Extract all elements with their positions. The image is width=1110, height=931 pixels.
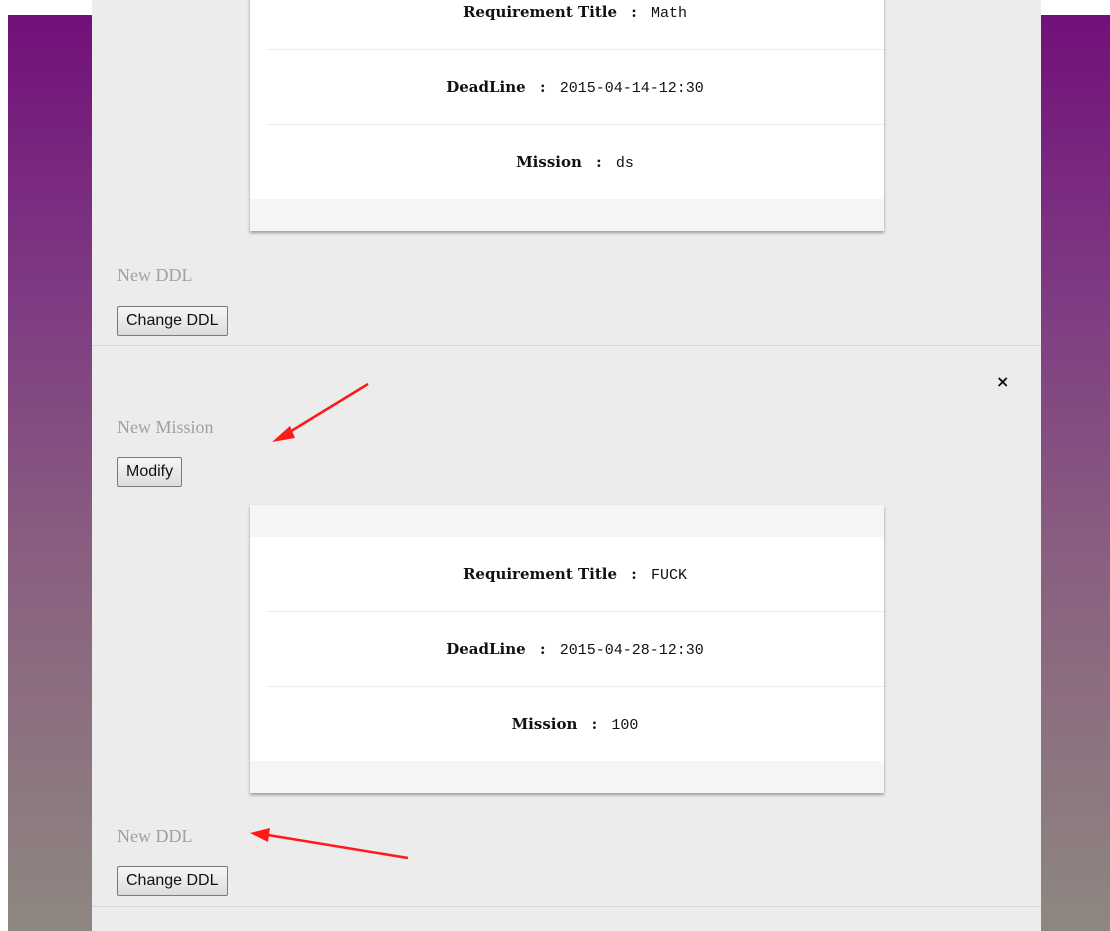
annotation-arrows <box>250 382 409 860</box>
annotation-arrow <box>272 382 369 442</box>
annotation-arrow <box>250 828 409 860</box>
